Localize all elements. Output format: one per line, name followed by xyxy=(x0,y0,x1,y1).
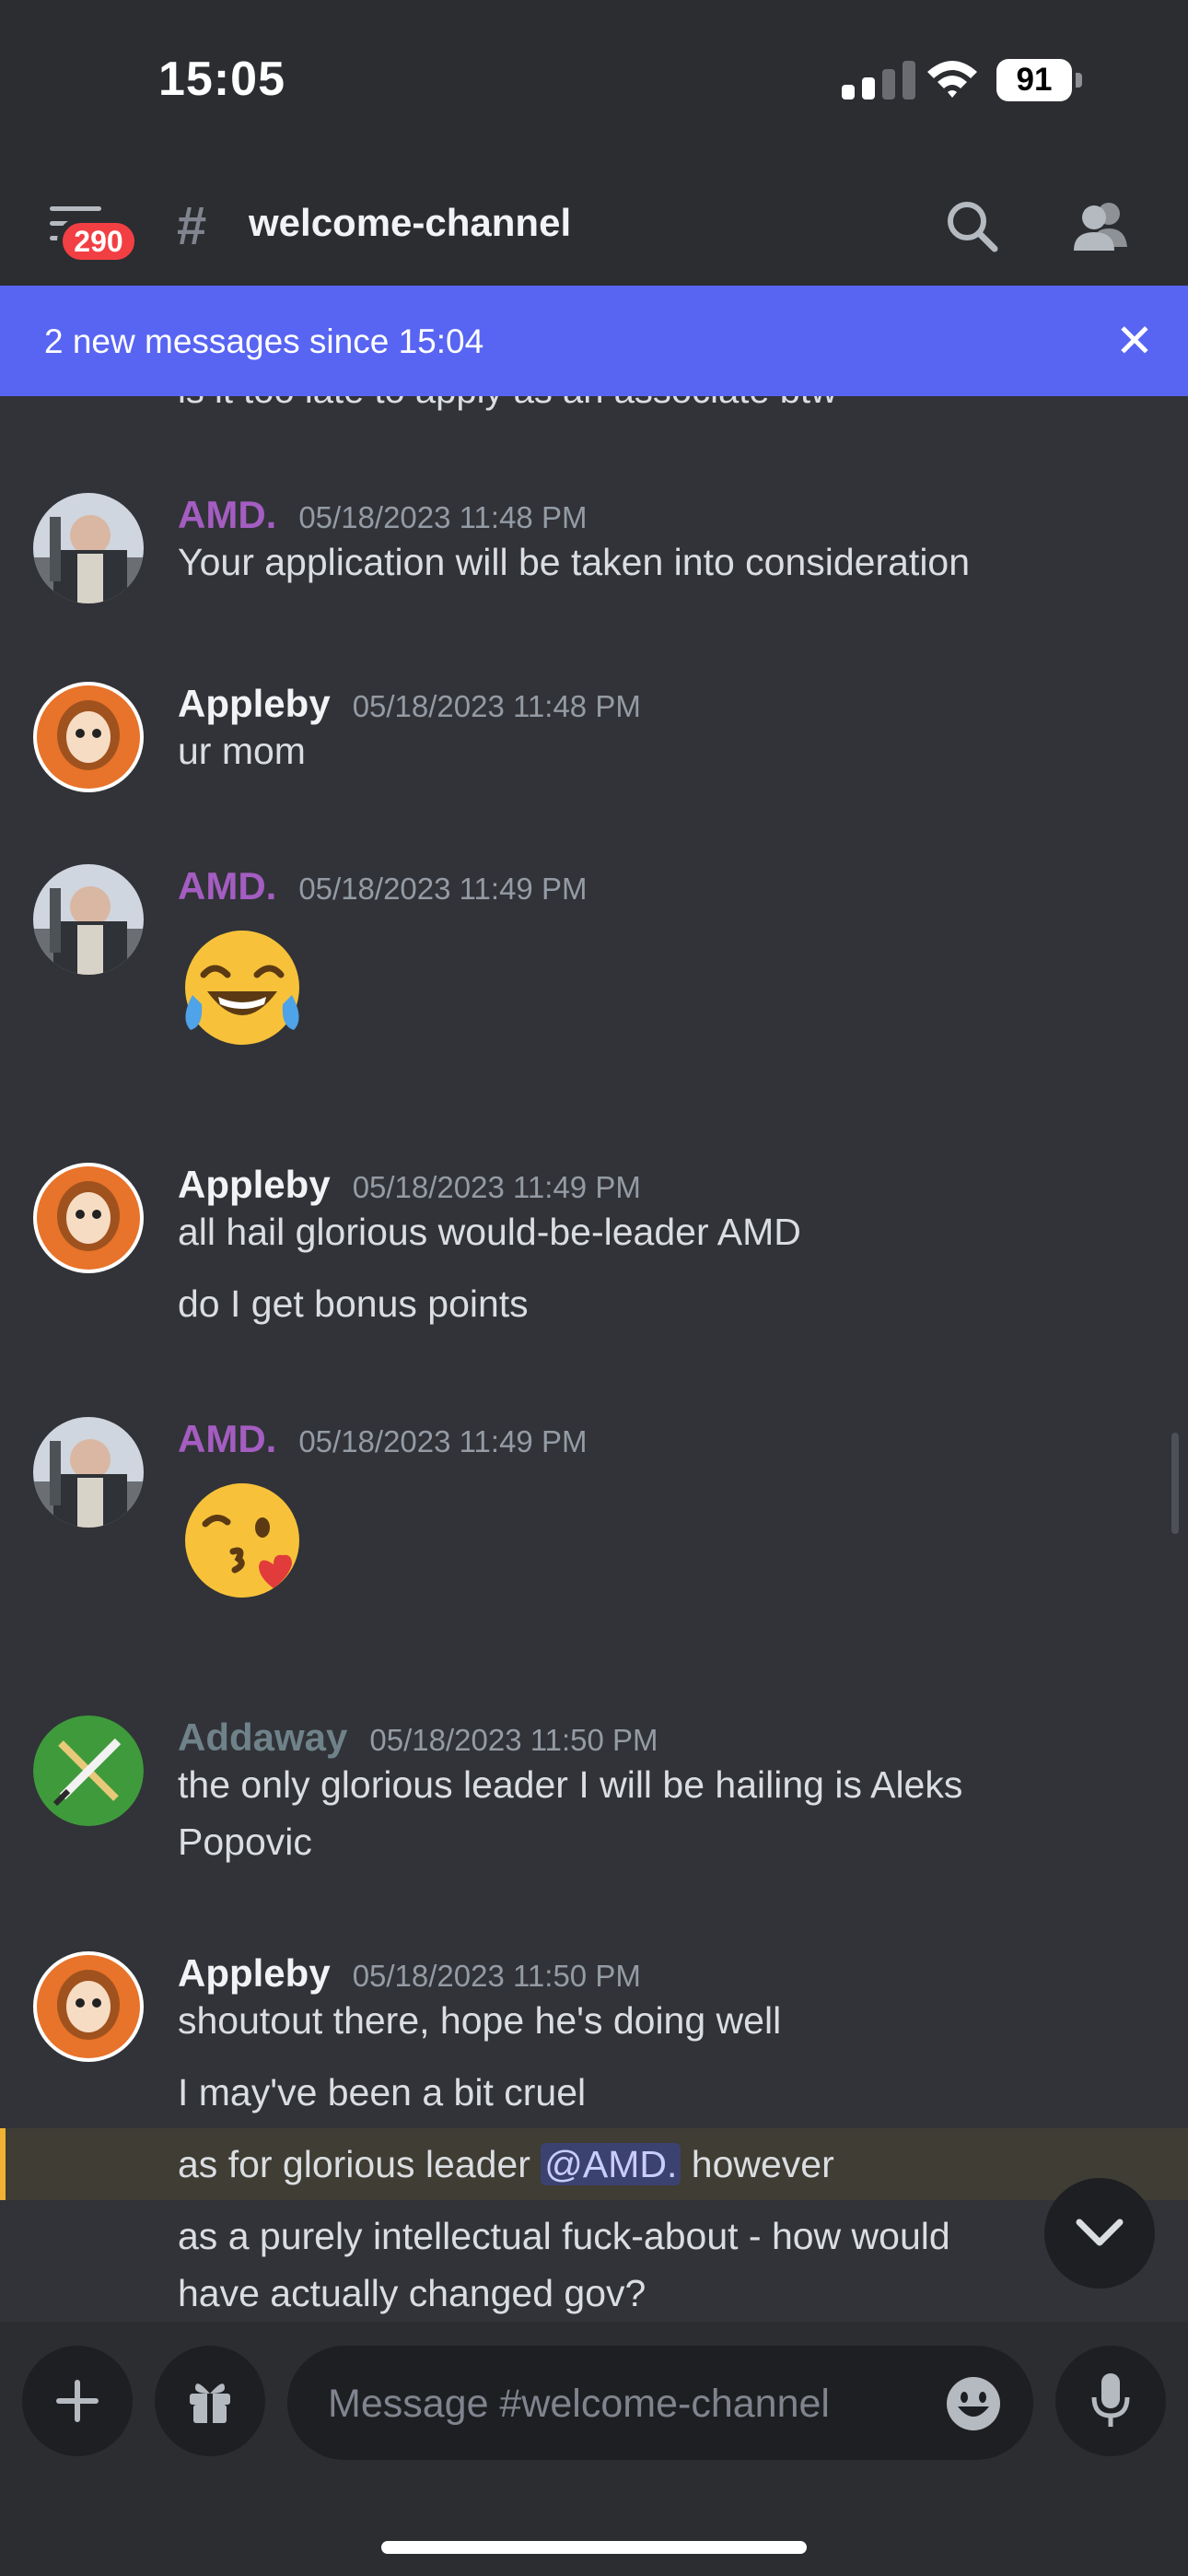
search-icon[interactable] xyxy=(939,193,1004,258)
unread-count-badge[interactable]: 290 xyxy=(57,217,140,265)
new-messages-text: 2 new messages since 15:04 xyxy=(44,322,484,360)
author-name[interactable]: AMD. xyxy=(178,864,276,907)
members-icon[interactable] xyxy=(1068,193,1133,258)
jump-to-present-button[interactable] xyxy=(1044,2178,1155,2289)
message-header: Appleby 05/18/2023 11:49 PM xyxy=(178,1163,641,1207)
new-messages-banner[interactable]: 2 new messages since 15:04 ✕ xyxy=(0,286,1188,396)
timestamp: 05/18/2023 11:50 PM xyxy=(369,1723,658,1757)
avatar[interactable] xyxy=(33,864,144,975)
message-text: Your application will be taken into cons… xyxy=(178,541,971,583)
message-composer xyxy=(0,2322,1188,2576)
face-with-tears-of-joy-icon xyxy=(185,931,299,1045)
message-text: as a purely intellectual fuck-about - ho… xyxy=(178,2215,950,2257)
home-indicator[interactable] xyxy=(381,2541,807,2554)
message-text-with-mention: as for glorious leader @AMD. however xyxy=(178,2136,834,2193)
battery-icon: 91 xyxy=(996,59,1083,101)
message-header: AMD. 05/18/2023 11:49 PM xyxy=(178,1417,587,1461)
message-header: Appleby 05/18/2023 11:50 PM xyxy=(178,1951,641,1996)
message-text: I may've been a bit cruel xyxy=(178,2071,587,2113)
message-text: ur mom xyxy=(178,730,306,772)
timestamp: 05/18/2023 11:48 PM xyxy=(352,689,641,723)
partial-message-text: is it too late to apply as an associate … xyxy=(178,396,837,412)
message-text: shoutout there, hope he's doing well xyxy=(178,1999,782,2042)
message-header: Addaway 05/18/2023 11:50 PM xyxy=(178,1715,658,1760)
message-header: AMD. 05/18/2023 11:48 PM xyxy=(178,493,587,537)
message-input-wrapper xyxy=(287,2346,1033,2462)
wifi-icon xyxy=(927,61,977,98)
author-name[interactable]: Addaway xyxy=(178,1715,347,1759)
avatar[interactable] xyxy=(33,1163,144,1273)
avatar[interactable] xyxy=(33,1951,144,2062)
attach-button[interactable] xyxy=(22,2346,133,2456)
channel-title[interactable]: welcome-channel xyxy=(249,201,571,245)
cellular-signal-icon xyxy=(842,61,921,100)
message-text: however xyxy=(681,2143,834,2185)
timestamp: 05/18/2023 11:49 PM xyxy=(298,872,588,906)
avatar[interactable] xyxy=(33,1715,144,1826)
gift-button[interactable] xyxy=(155,2346,265,2456)
message-text: as for glorious leader xyxy=(178,2143,542,2185)
timestamp: 05/18/2023 11:48 PM xyxy=(298,500,588,534)
avatar[interactable] xyxy=(33,493,144,603)
timestamp: 05/18/2023 11:49 PM xyxy=(298,1424,588,1458)
face-blowing-a-kiss-icon xyxy=(185,1483,299,1598)
message-text: all hail glorious would-be-leader AMD xyxy=(178,1211,801,1253)
avatar[interactable] xyxy=(33,682,144,792)
author-name[interactable]: Appleby xyxy=(178,1163,331,1206)
author-name[interactable]: Appleby xyxy=(178,1951,331,1995)
battery-level: 91 xyxy=(1016,62,1053,98)
user-mention[interactable]: @AMD. xyxy=(541,2143,681,2185)
author-name[interactable]: AMD. xyxy=(178,1417,276,1460)
voice-message-button[interactable] xyxy=(1055,2346,1166,2456)
message-header: AMD. 05/18/2023 11:49 PM xyxy=(178,864,587,908)
message-text: the only glorious leader I will be haili… xyxy=(178,1763,963,1806)
close-icon[interactable]: ✕ xyxy=(1109,313,1160,369)
status-bar: 15:05 91 xyxy=(0,0,1188,166)
message-text: Popovic xyxy=(178,1821,312,1863)
message-header: Appleby 05/18/2023 11:48 PM xyxy=(178,682,641,726)
scrollbar[interactable] xyxy=(1171,1433,1179,1534)
channel-header: 290 # welcome-channel xyxy=(0,166,1188,286)
chevron-down-icon xyxy=(1076,2219,1124,2246)
status-time: 15:05 xyxy=(158,53,285,106)
avatar[interactable] xyxy=(33,1417,144,1528)
plus-icon xyxy=(56,2380,99,2422)
author-name[interactable]: Appleby xyxy=(178,682,331,725)
microphone-icon xyxy=(1091,2373,1130,2427)
hash-icon: # xyxy=(177,196,207,256)
message-text: do I get bonus points xyxy=(178,1282,529,1325)
emoji-icon[interactable] xyxy=(945,2375,1002,2432)
timestamp: 05/18/2023 11:50 PM xyxy=(352,1959,641,1993)
author-name[interactable]: AMD. xyxy=(178,493,276,536)
message-list[interactable]: is it too late to apply as an associate … xyxy=(0,396,1188,2322)
message-input[interactable] xyxy=(326,2346,938,2462)
message-text: have actually changed gov? xyxy=(178,2272,646,2314)
timestamp: 05/18/2023 11:49 PM xyxy=(352,1170,641,1204)
gift-icon xyxy=(190,2383,230,2423)
